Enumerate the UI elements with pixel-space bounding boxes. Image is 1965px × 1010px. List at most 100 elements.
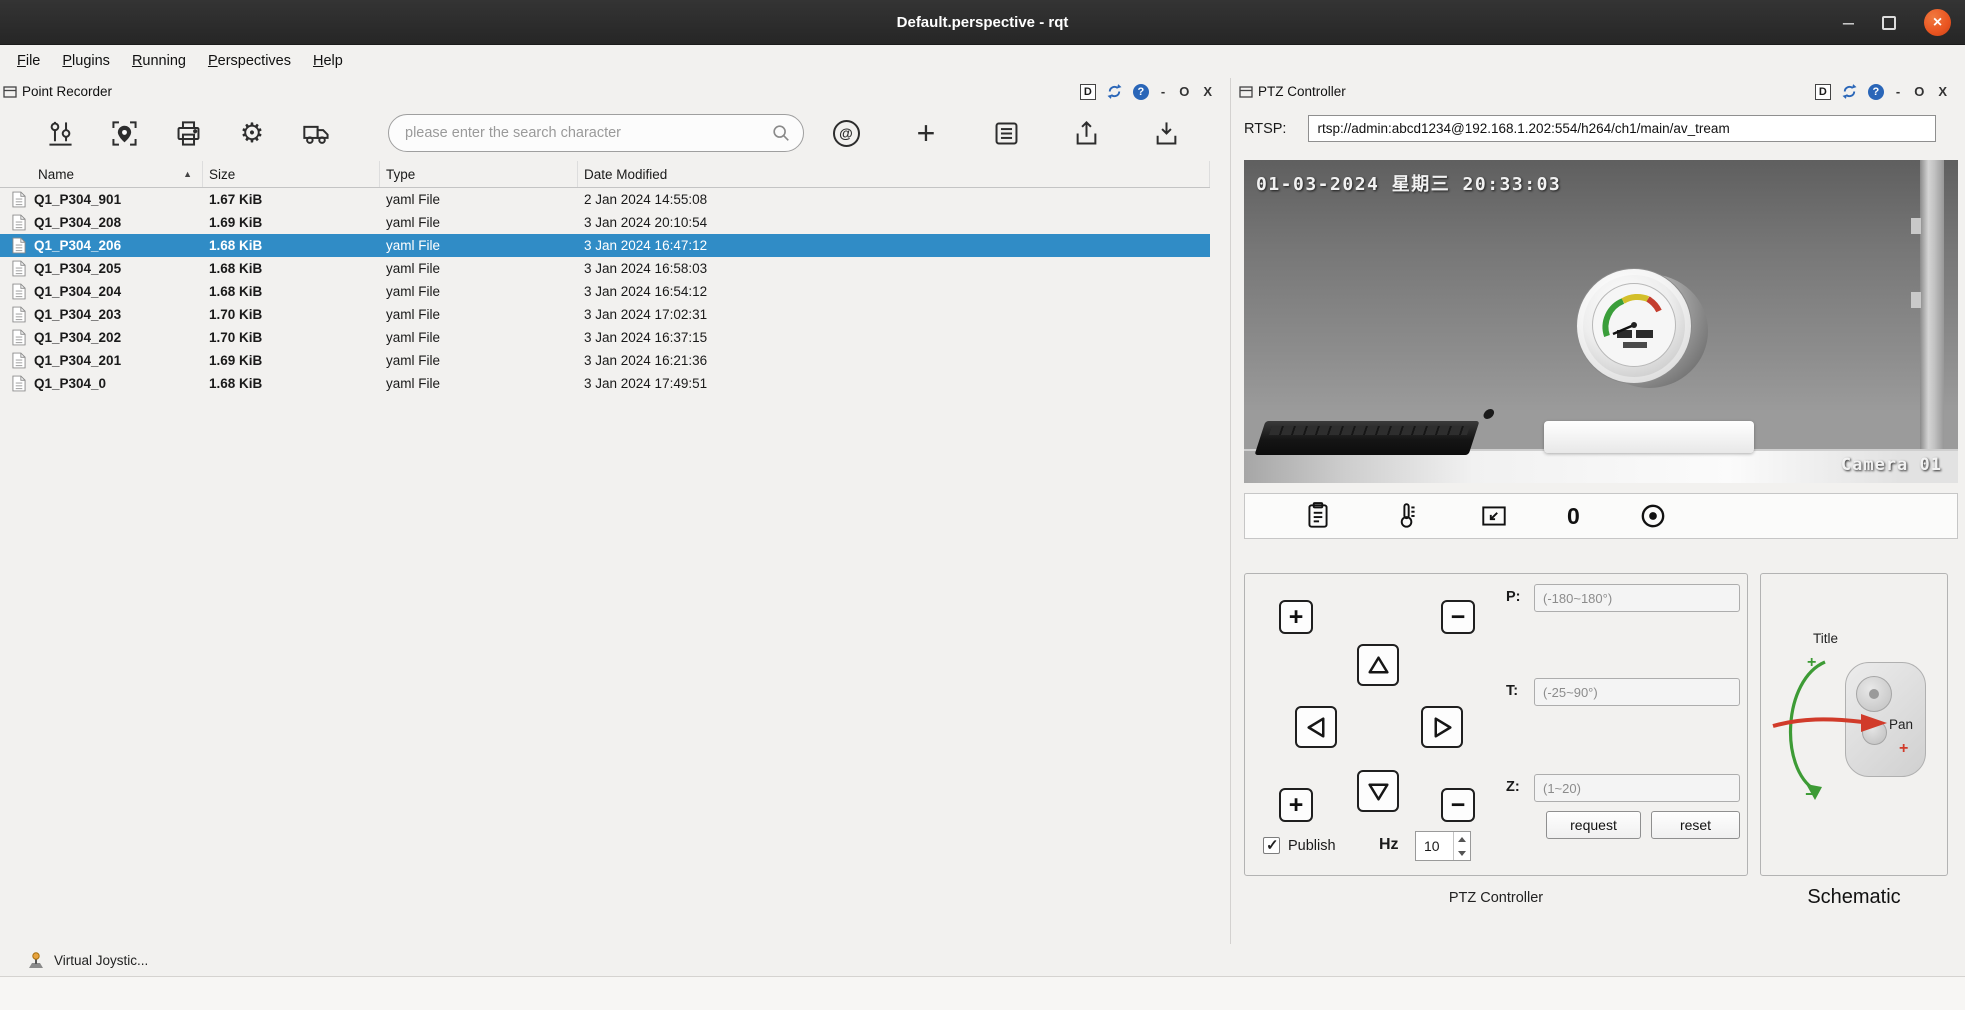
rtsp-input[interactable] xyxy=(1308,115,1936,142)
tilt-up-button[interactable] xyxy=(1357,644,1399,686)
vehicle-button[interactable] xyxy=(298,115,334,151)
statusbar[interactable]: Virtual Joystic... xyxy=(0,944,1965,976)
spinner-down-icon[interactable] xyxy=(1454,846,1470,860)
file-date: 3 Jan 2024 16:47:12 xyxy=(578,238,1210,253)
plus-bottom-button[interactable]: + xyxy=(1279,788,1313,822)
ptz-dock-header[interactable]: PTZ Controller D ? - O X xyxy=(1236,78,1965,105)
dock-close-button[interactable]: X xyxy=(1936,84,1949,99)
printer-icon xyxy=(173,118,204,149)
dock-float-button[interactable]: O xyxy=(1912,84,1926,99)
dock-detach-button[interactable]: D xyxy=(1080,84,1096,100)
help-icon[interactable]: ? xyxy=(1868,84,1884,100)
file-type: yaml File xyxy=(380,307,578,322)
list-icon xyxy=(991,118,1022,149)
list-view-button[interactable] xyxy=(988,115,1024,151)
save-frame-button[interactable] xyxy=(1303,501,1333,531)
import-button[interactable] xyxy=(1148,115,1184,151)
menu-plugins[interactable]: Plugins xyxy=(51,49,121,73)
column-header-type[interactable]: Type xyxy=(380,161,578,187)
publish-toggle[interactable]: Publish xyxy=(1263,837,1336,854)
dock-minimize-button[interactable]: - xyxy=(1159,84,1167,99)
file-date: 3 Jan 2024 17:49:51 xyxy=(578,376,1210,391)
dock-float-button[interactable]: O xyxy=(1177,84,1191,99)
foam-block xyxy=(1544,421,1754,453)
file-date: 3 Jan 2024 16:54:12 xyxy=(578,284,1210,299)
table-row[interactable]: Q1_P304_204 1.68 KiB yaml File 3 Jan 202… xyxy=(0,280,1210,303)
plus-top-button[interactable]: + xyxy=(1279,600,1313,634)
cell-name: Q1_P304_202 xyxy=(0,329,203,346)
bottom-strip xyxy=(0,976,1965,1010)
spinner-up-icon[interactable] xyxy=(1454,832,1470,846)
column-header-name[interactable]: Name ▲ xyxy=(0,161,203,187)
refresh-icon[interactable] xyxy=(1106,83,1123,100)
menu-file[interactable]: File xyxy=(6,49,51,73)
search-topic-button[interactable]: @ xyxy=(828,115,864,151)
file-date: 3 Jan 2024 20:10:54 xyxy=(578,215,1210,230)
minimize-button[interactable]: – xyxy=(1843,13,1854,33)
dock-minimize-button[interactable]: - xyxy=(1894,84,1902,99)
menu-help[interactable]: Help xyxy=(302,49,354,73)
record-point-button[interactable] xyxy=(106,115,142,151)
save-points-button[interactable] xyxy=(170,115,206,151)
file-date: 2 Jan 2024 14:55:08 xyxy=(578,192,1210,207)
zoom-value: 0 xyxy=(1567,503,1580,530)
menu-running[interactable]: Running xyxy=(121,49,197,73)
settings-button[interactable]: ⚙ xyxy=(234,115,270,151)
reset-button[interactable]: reset xyxy=(1651,811,1740,839)
table-row[interactable]: Q1_P304_201 1.69 KiB yaml File 3 Jan 202… xyxy=(0,349,1210,372)
search-input[interactable] xyxy=(405,125,771,141)
table-row[interactable]: Q1_P304_203 1.70 KiB yaml File 3 Jan 202… xyxy=(0,303,1210,326)
request-button[interactable]: request xyxy=(1546,811,1641,839)
titlebar[interactable]: Default.perspective - rqt – × xyxy=(0,0,1965,45)
video-timestamp: 01-03-2024 星期三 20:33:03 xyxy=(1256,170,1561,196)
pan-field-label: P: xyxy=(1506,589,1521,605)
table-row[interactable]: Q1_P304_202 1.70 KiB yaml File 3 Jan 202… xyxy=(0,326,1210,349)
video-feed: 01-03-2024 星期三 20:33:03 xyxy=(1244,160,1958,483)
dock-widget-icon xyxy=(3,85,17,99)
file-type: yaml File xyxy=(380,284,578,299)
column-header-size[interactable]: Size xyxy=(203,161,380,187)
tune-button[interactable] xyxy=(42,115,78,151)
dock-close-button[interactable]: X xyxy=(1201,84,1214,99)
minus-bottom-button[interactable]: − xyxy=(1441,788,1475,822)
menu-perspectives[interactable]: Perspectives xyxy=(197,49,302,73)
record-button[interactable] xyxy=(1638,501,1668,531)
export-button[interactable] xyxy=(1068,115,1104,151)
pan-left-button[interactable] xyxy=(1295,706,1337,748)
table-row[interactable]: Q1_P304_208 1.69 KiB yaml File 3 Jan 202… xyxy=(0,211,1210,234)
table-row[interactable]: Q1_P304_206 1.68 KiB yaml File 3 Jan 202… xyxy=(0,234,1210,257)
point-recorder-dock-header[interactable]: Point Recorder D ? - O X xyxy=(0,78,1230,105)
dock-detach-button[interactable]: D xyxy=(1815,84,1831,100)
hz-spinner[interactable]: 10 xyxy=(1415,831,1471,861)
maximize-button[interactable] xyxy=(1882,16,1896,30)
window-title: Default.perspective - rqt xyxy=(897,14,1069,31)
close-button[interactable]: × xyxy=(1924,9,1951,36)
table-row[interactable]: Q1_P304_205 1.68 KiB yaml File 3 Jan 202… xyxy=(0,257,1210,280)
pan-right-button[interactable] xyxy=(1421,706,1463,748)
add-button[interactable]: + xyxy=(908,115,944,151)
rqt-window: Default.perspective - rqt – × File Plugi… xyxy=(0,0,1965,1010)
table-row[interactable]: Q1_P304_901 1.67 KiB yaml File 2 Jan 202… xyxy=(0,188,1210,211)
publish-checkbox[interactable] xyxy=(1263,837,1280,854)
camera-lens-icon xyxy=(1856,676,1892,712)
file-table: Name ▲ Size Type Date Modified xyxy=(0,161,1210,395)
cell-name: Q1_P304_206 xyxy=(0,237,203,254)
file-name: Q1_P304_901 xyxy=(34,192,121,207)
file-type: yaml File xyxy=(380,353,578,368)
hz-label: Hz xyxy=(1379,836,1399,854)
column-header-date[interactable]: Date Modified xyxy=(578,161,1210,187)
clipboard-icon xyxy=(1303,501,1333,531)
table-row[interactable]: Q1_P304_0 1.68 KiB yaml File 3 Jan 2024 … xyxy=(0,372,1210,395)
refresh-icon[interactable] xyxy=(1841,83,1858,100)
tilt-field[interactable] xyxy=(1534,678,1740,706)
file-type: yaml File xyxy=(380,330,578,345)
help-icon[interactable]: ? xyxy=(1133,84,1149,100)
ptz-controller-dock: PTZ Controller D ? - O X RTS xyxy=(1236,78,1965,944)
zoom-field[interactable] xyxy=(1534,774,1740,802)
temperature-button[interactable] xyxy=(1391,501,1421,531)
fullscreen-button[interactable] xyxy=(1479,501,1509,531)
pan-field[interactable] xyxy=(1534,584,1740,612)
minus-top-button[interactable]: − xyxy=(1441,600,1475,634)
file-name: Q1_P304_208 xyxy=(34,215,121,230)
tilt-down-button[interactable] xyxy=(1357,770,1399,812)
